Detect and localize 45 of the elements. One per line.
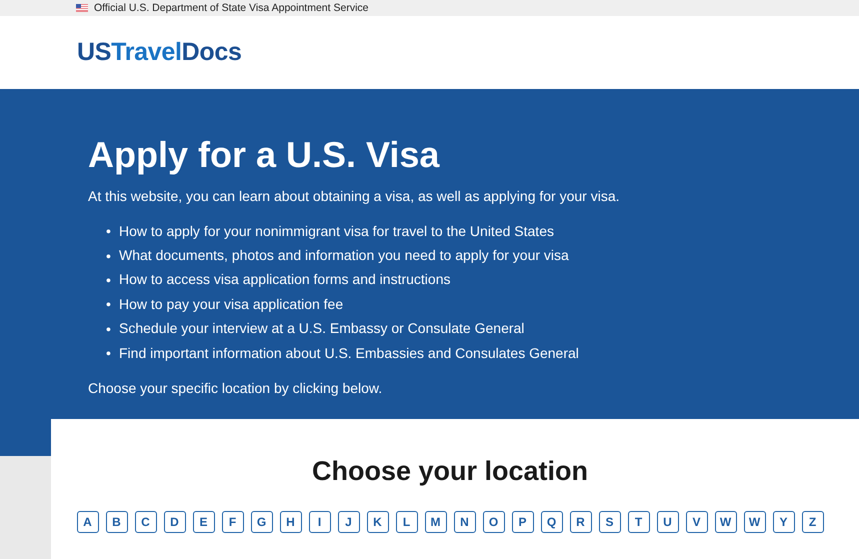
section-title: Choose your location xyxy=(312,455,588,487)
bullet-item: How to access visa application forms and instructions xyxy=(119,271,450,288)
bullet-mark: • xyxy=(106,320,112,337)
bullet-mark: • xyxy=(106,345,112,362)
letter-button[interactable]: P xyxy=(512,511,534,533)
letter-button[interactable]: R xyxy=(570,511,592,533)
letter-button[interactable]: D xyxy=(164,511,186,533)
letter-button[interactable]: J xyxy=(338,511,360,533)
letter-button[interactable]: K xyxy=(366,511,388,533)
letter-button[interactable]: G xyxy=(250,511,272,533)
letter-button[interactable]: S xyxy=(598,511,620,533)
bullet-item: How to apply for your nonimmigrant visa for travel to the United States xyxy=(119,222,554,240)
logo[interactable]: USTravelDocs xyxy=(77,38,242,67)
page-title: Apply for a U.S. Visa xyxy=(88,133,441,177)
letter-button[interactable]: T xyxy=(628,511,650,533)
flag-icon xyxy=(76,4,88,12)
letter-button[interactable]: U xyxy=(656,511,678,533)
letter-button[interactable]: Q xyxy=(540,511,562,533)
letter-button[interactable]: B xyxy=(106,511,128,533)
letter-button[interactable]: H xyxy=(280,511,302,533)
letter-button[interactable]: V xyxy=(686,511,708,533)
letter-button[interactable]: Z xyxy=(802,511,824,533)
letter-button[interactable]: W xyxy=(714,511,736,533)
official-notice: Official U.S. Department of State Visa Appointment Service xyxy=(94,2,368,14)
letter-button[interactable]: L xyxy=(396,511,418,533)
bullet-item: What documents, photos and information you need to apply for your visa xyxy=(119,247,569,264)
bullet-mark: • xyxy=(106,272,112,288)
letter-button[interactable]: E xyxy=(192,511,214,533)
letter-button[interactable]: N xyxy=(454,511,476,533)
bullet-mark: • xyxy=(106,248,112,264)
bullet-item: Schedule your interview at a U.S. Embassy or Consulate General xyxy=(119,320,524,338)
letter-button[interactable]: O xyxy=(482,511,504,533)
bullet-item: Find important information about U.S. Embassies and Consulates General xyxy=(119,344,579,362)
letter-button[interactable]: C xyxy=(134,511,156,533)
letter-button[interactable]: M xyxy=(424,511,446,533)
letter-button[interactable]: F xyxy=(222,511,244,533)
bullet-item: How to pay your visa application fee xyxy=(119,296,344,313)
letter-button[interactable]: A xyxy=(76,511,98,533)
letter-button[interactable]: Y xyxy=(772,511,794,533)
instruction-text: Choose your specific location by clicking below. xyxy=(88,379,384,398)
intro-text: At this website, you can learn about obtaining a visa, as well as applying for your visa. xyxy=(88,187,621,205)
bullet-mark: • xyxy=(106,223,112,240)
bullet-mark: • xyxy=(106,296,112,312)
letter-button[interactable]: W xyxy=(744,511,766,533)
letter-button[interactable]: I xyxy=(308,511,330,533)
